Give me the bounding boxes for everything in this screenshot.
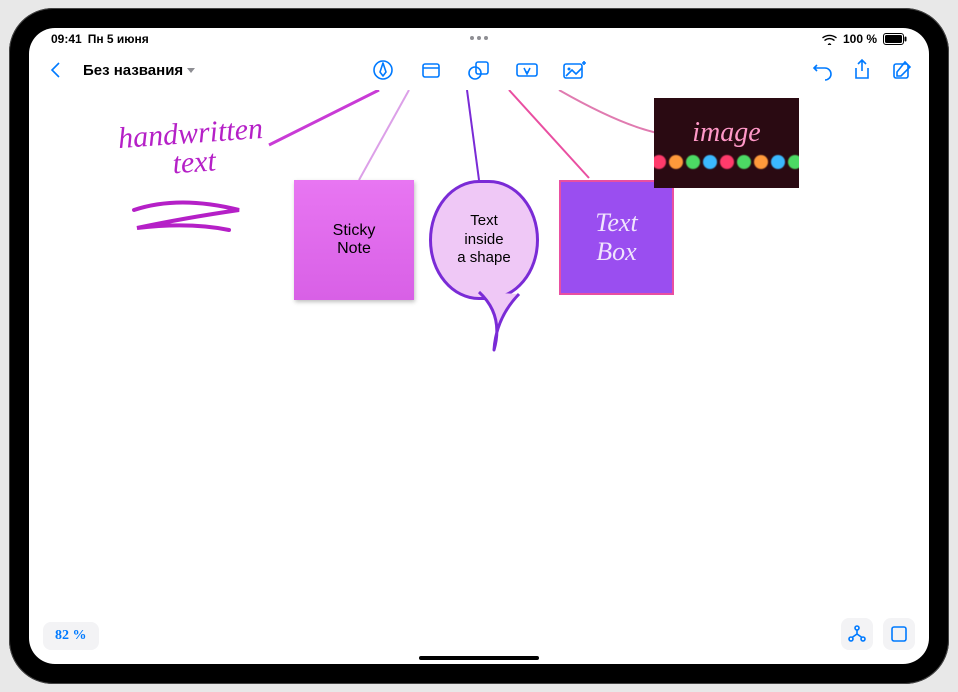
- speech-bubble-shape[interactable]: Text inside a shape: [429, 180, 539, 300]
- speech-bubble-tail: [474, 290, 524, 360]
- sticky-note-text: Sticky Note: [333, 222, 376, 258]
- speech-bubble-text: Text inside a shape: [457, 212, 510, 268]
- multitask-dots[interactable]: [470, 36, 488, 40]
- compose-button[interactable]: [889, 57, 915, 83]
- text-box[interactable]: Text Box: [559, 180, 674, 295]
- status-battery-text: 100 %: [843, 32, 877, 46]
- screen: 09:41 Пн 5 июня 100 %: [29, 28, 929, 664]
- zoom-control[interactable]: 82 %: [43, 622, 99, 650]
- media-tool-button[interactable]: [562, 57, 588, 83]
- text-box-text: Text Box: [595, 209, 637, 266]
- share-button[interactable]: [849, 57, 875, 83]
- chevron-down-icon: [187, 68, 195, 73]
- ipad-frame: 09:41 Пн 5 июня 100 %: [9, 8, 949, 684]
- wifi-icon: [822, 34, 837, 45]
- textbox-tool-button[interactable]: [514, 57, 540, 83]
- document-title[interactable]: Без названия: [83, 62, 195, 79]
- status-date: Пн 5 июня: [88, 32, 149, 46]
- back-button[interactable]: [43, 57, 69, 83]
- battery-icon: [883, 33, 907, 45]
- collaboration-button[interactable]: [841, 618, 873, 650]
- image-bokeh-row: [654, 155, 799, 169]
- document-title-text: Без названия: [83, 62, 183, 79]
- sticky-note-tool-button[interactable]: [418, 57, 444, 83]
- home-indicator[interactable]: [419, 656, 539, 660]
- sticky-note[interactable]: Sticky Note: [294, 180, 414, 300]
- shapes-tool-button[interactable]: [466, 57, 492, 83]
- image-label: image: [692, 117, 760, 149]
- freeform-canvas[interactable]: handwritten text Sticky Note Text inside…: [29, 90, 929, 664]
- pen-tool-button[interactable]: [370, 57, 396, 83]
- status-bar: 09:41 Пн 5 июня 100 %: [29, 28, 929, 50]
- minimap-button[interactable]: [883, 618, 915, 650]
- handwritten-underline: [129, 200, 249, 250]
- inserted-image[interactable]: image: [654, 98, 799, 188]
- handwritten-text[interactable]: handwritten text: [117, 115, 266, 182]
- zoom-value: 82 %: [55, 628, 87, 643]
- status-time: 09:41: [51, 32, 82, 46]
- undo-button[interactable]: [809, 57, 835, 83]
- toolbar: Без названия: [29, 50, 929, 90]
